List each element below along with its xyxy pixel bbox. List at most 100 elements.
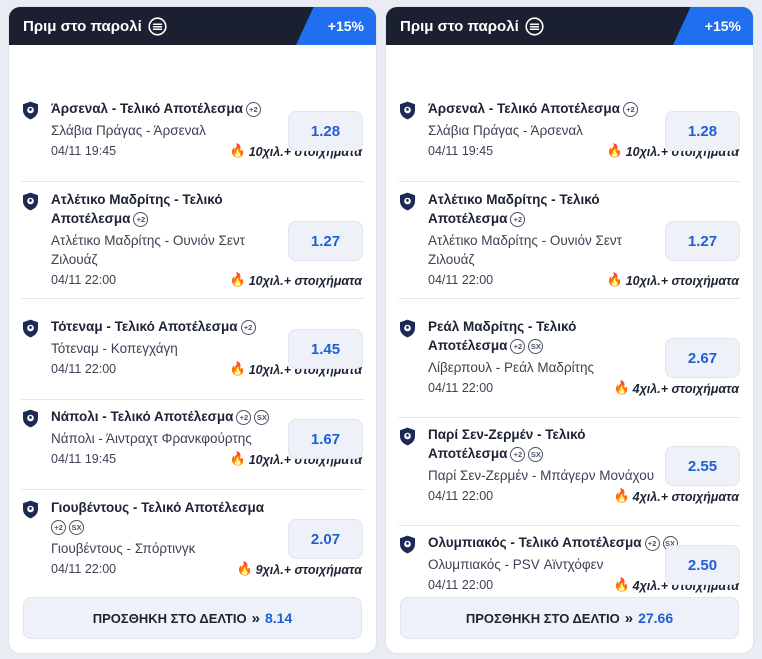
odds-button[interactable]: 2.07 [288, 519, 363, 559]
match-name-line1: Ολυμπιακός - PSV Αϊντχόφεν [428, 557, 604, 572]
fire-icon: 🔥 [613, 381, 630, 396]
kickoff-time: 04/11 19:45 [51, 452, 117, 466]
bet-row: Ρεάλ Μαδρίτης - Τελικό Αποτέλεσμα +2 SX Λίβε… [386, 313, 753, 421]
odds-button[interactable]: 1.28 [665, 111, 740, 151]
fire-icon: 🔥 [229, 452, 246, 467]
market-title: Νάπολι - Τελικό Αποτέλεσμα +2 SX [51, 407, 270, 426]
bet-volume: 🔥 4χιλ.+ στοιχήματα [613, 381, 739, 396]
market-title-line2: Αποτέλεσμα [428, 446, 508, 461]
double-chevron-icon: » [624, 609, 634, 627]
odds-button[interactable]: 1.27 [665, 221, 740, 261]
match-name: Λίβερπουλ - Ρεάλ Μαδρίτης [428, 358, 594, 377]
plus-two-pill-icon: +2 [133, 211, 149, 227]
plus-two-pill-icon: +2 [622, 101, 638, 117]
parlay-card-1: Πριμ στο παρολί +15% Άρσεναλ - Τελικό Απ… [8, 6, 377, 654]
market-title: Άρσεναλ - Τελικό Αποτέλεσμα +2 [428, 99, 638, 118]
plus-two-pill-icon: +2 [510, 338, 526, 354]
market-title-line1: Ολυμπιακός - Τελικό Αποτέλεσμα [428, 535, 642, 550]
match-name-line1: Σλάβια Πράγας - Άρσεναλ [51, 123, 206, 138]
total-odds: 8.14 [264, 610, 293, 626]
stats-pill-icon: SX [528, 446, 544, 462]
market-title-line2: Αποτέλεσμα [51, 211, 131, 226]
kickoff-time: 04/11 22:00 [51, 273, 117, 287]
plus-two-pill-icon: +2 [245, 101, 261, 117]
team-shield-icon [22, 409, 39, 428]
match-name-line1: Τότεναμ - Κοπεγχάγη [51, 341, 178, 356]
bet-divider [398, 181, 741, 182]
bet-row: Ατλέτικο Μαδρίτης - Τελικό Αποτέλεσμα +2 Ατ… [9, 186, 376, 302]
team-shield-icon [399, 535, 416, 554]
card-header: Πριμ στο παρολί +15% [386, 7, 753, 45]
market-title-line1: Νάπολι - Τελικό Αποτέλεσμα [51, 409, 234, 424]
bet-volume-text: 4χιλ.+ στοιχήματα [632, 489, 739, 504]
total-odds: 27.66 [638, 610, 674, 626]
match-name: Τότεναμ - Κοπεγχάγη [51, 339, 178, 358]
bet-row: Νάπολι - Τελικό Αποτέλεσμα +2 SX Νάπολι - Ά… [9, 403, 376, 493]
match-name: Παρί Σεν-Ζερμέν - Μπάγερν Μονάχου [428, 466, 654, 485]
team-shield-icon [399, 319, 416, 338]
match-name-line1: Γιουβέντους - Σπόρτινγκ [51, 541, 196, 556]
fire-icon: 🔥 [236, 562, 253, 577]
stats-pill-icon: SX [528, 338, 544, 354]
plus-two-pill-icon: +2 [236, 409, 252, 425]
add-to-betslip-button[interactable]: ΠΡΟΣΘΗΚΗ ΣΤΟ ΔΕΛΤΙΟ » 27.66 [400, 597, 739, 639]
odds-button[interactable]: 2.50 [665, 545, 740, 585]
add-to-betslip-label: ΠΡΟΣΘΗΚΗ ΣΤΟ ΔΕΛΤΙΟ [92, 610, 247, 626]
bet-volume: 🔥 4χιλ.+ στοιχήματα [613, 489, 739, 504]
market-title-line2: Αποτέλεσμα [428, 211, 508, 226]
market-title: Γιουβέντους - Τελικό Αποτέλεσμα +2 SX [51, 498, 264, 536]
bet-volume: 🔥 10χιλ.+ στοιχήματα [230, 273, 363, 288]
odds-button[interactable]: 2.55 [665, 446, 740, 486]
fire-icon: 🔥 [613, 578, 630, 593]
bet-row: Ατλέτικο Μαδρίτης - Τελικό Αποτέλεσμα +2 Ατ… [386, 186, 753, 302]
bet-volume-text: 9χιλ.+ στοιχήματα [255, 562, 362, 577]
kickoff-time: 04/11 19:45 [428, 144, 494, 158]
kickoff-time: 04/11 22:00 [51, 562, 117, 576]
bet-row: Άρσεναλ - Τελικό Αποτέλεσμα +2 Σλάβια Πράγ… [386, 95, 753, 185]
bet-divider [21, 489, 364, 490]
market-title-line1: Παρί Σεν-Ζερμέν - Τελικό [428, 427, 586, 442]
odds-button[interactable]: 1.45 [288, 329, 363, 369]
match-name: Ατλέτικο Μαδρίτης - Ουνιόν Σεντ Ζιλουάζ [51, 231, 245, 269]
market-title: Παρί Σεν-Ζερμέν - Τελικό Αποτέλεσμα +2 SX [428, 425, 586, 463]
parlay-boost-icon [148, 16, 167, 36]
add-to-betslip-label: ΠΡΟΣΘΗΚΗ ΣΤΟ ΔΕΛΤΙΟ [465, 610, 620, 626]
match-name: Σλάβια Πράγας - Άρσεναλ [51, 121, 206, 140]
fire-icon: 🔥 [229, 273, 246, 288]
market-title-line2: Αποτέλεσμα [428, 338, 508, 353]
match-name: Ατλέτικο Μαδρίτης - Ουνιόν Σεντ Ζιλουάζ [428, 231, 622, 269]
match-name-line1: Παρί Σεν-Ζερμέν - Μπάγερν Μονάχου [428, 468, 655, 483]
bet-divider [21, 298, 364, 299]
odds-button[interactable]: 1.28 [288, 111, 363, 151]
market-title: Τότεναμ - Τελικό Αποτέλεσμα +2 [51, 317, 256, 336]
bet-divider [398, 525, 741, 526]
match-name-line1: Λίβερπουλ - Ρεάλ Μαδρίτης [428, 360, 594, 375]
add-to-betslip-button[interactable]: ΠΡΟΣΘΗΚΗ ΣΤΟ ΔΕΛΤΙΟ » 8.14 [23, 597, 362, 639]
stats-pill-icon: SX [254, 409, 270, 425]
odds-button[interactable]: 1.27 [288, 221, 363, 261]
kickoff-time: 04/11 22:00 [428, 381, 494, 395]
team-shield-icon [399, 101, 416, 120]
team-shield-icon [22, 500, 39, 519]
odds-button[interactable]: 1.67 [288, 419, 363, 459]
bet-row: Άρσεναλ - Τελικό Αποτέλεσμα +2 Σλάβια Πράγ… [9, 95, 376, 185]
market-title: Ολυμπιακός - Τελικό Αποτέλεσμα +2 SX [428, 533, 678, 552]
match-name-line1: Ατλέτικο Μαδρίτης - Ουνιόν Σεντ [428, 233, 622, 248]
fire-icon: 🔥 [606, 144, 623, 159]
double-chevron-icon: » [251, 609, 260, 627]
card-header: Πριμ στο παρολί +15% [9, 7, 376, 45]
plus-two-pill-icon: +2 [644, 535, 660, 551]
bet-divider [398, 417, 741, 418]
boost-badge: +15% [296, 7, 376, 45]
parlay-card-2: Πριμ στο παρολί +15% Άρσεναλ - Τελικό Απ… [385, 6, 754, 654]
bet-volume-text: 10χιλ.+ στοιχήματα [248, 273, 362, 288]
market-title-line1: Ατλέτικο Μαδρίτης - Τελικό [428, 192, 600, 207]
match-name: Γιουβέντους - Σπόρτινγκ [51, 539, 195, 558]
market-title-line1: Ρεάλ Μαδρίτης - Τελικό [428, 319, 577, 334]
kickoff-time: 04/11 22:00 [51, 362, 117, 376]
odds-button[interactable]: 2.67 [665, 338, 740, 378]
card-title: Πριμ στο παρολί [400, 17, 519, 35]
plus-two-pill-icon: +2 [510, 211, 526, 227]
team-shield-icon [399, 192, 416, 211]
kickoff-time: 04/11 22:00 [428, 578, 494, 592]
